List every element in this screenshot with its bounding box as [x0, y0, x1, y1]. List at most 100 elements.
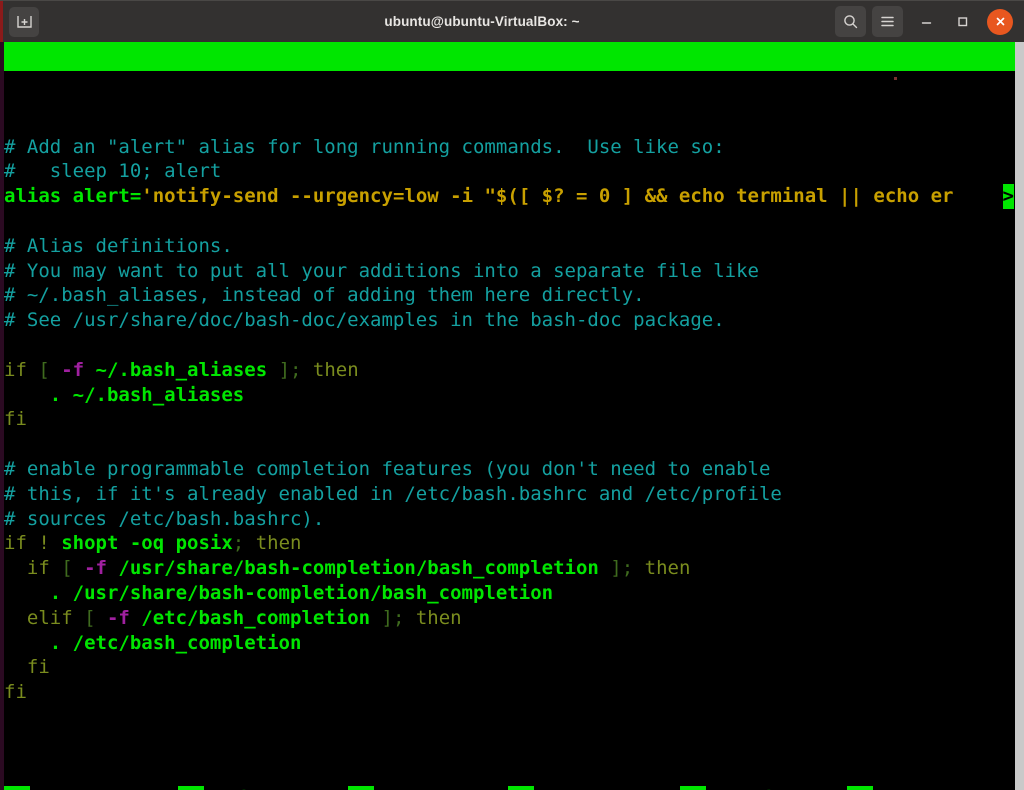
nano-editor-area[interactable]: # Add an "alert" alias for long running … — [4, 71, 1024, 732]
code-segment: # Alias definitions. — [4, 235, 233, 257]
hamburger-menu-icon — [879, 13, 896, 30]
code-segment: then — [645, 557, 691, 579]
editor-line: # sources /etc/bash.bashrc). — [4, 507, 1024, 532]
shortcut-item[interactable]: ^JJustify — [680, 786, 847, 790]
editor-line: # See /usr/share/doc/bash-doc/examples i… — [4, 308, 1024, 333]
editor-line: if ! shopt -oq posix; then — [4, 531, 1024, 556]
code-segment: fi — [4, 656, 50, 678]
editor-line: # Alias definitions. — [4, 234, 1024, 259]
editor-line: . /usr/share/bash-completion/bash_comple… — [4, 581, 1024, 606]
code-segment: . ~/.bash_aliases — [4, 384, 244, 406]
menu-button[interactable] — [872, 6, 903, 37]
code-segment: # See /usr/share/doc/bash-doc/examples i… — [4, 309, 725, 331]
code-segment: 'notify-send --urgency=low -i "$([ $? = … — [141, 185, 953, 207]
terminal-scrollbar[interactable] — [1015, 42, 1024, 790]
editor-line: fi — [4, 680, 1024, 705]
editor-lines: # Add an "alert" alias for long running … — [4, 135, 1024, 705]
minimize-button[interactable] — [913, 9, 939, 35]
editor-line: # ~/.bash_aliases, instead of adding the… — [4, 283, 1024, 308]
editor-line: fi — [4, 407, 1024, 432]
search-icon — [842, 13, 859, 30]
new-tab-icon — [16, 13, 33, 30]
shortcut-label: Where Is — [374, 786, 477, 790]
code-segment: ]; — [370, 607, 416, 629]
window-title: ubuntu@ubuntu-VirtualBox: ~ — [129, 14, 835, 29]
code-segment: ]; — [599, 557, 645, 579]
render-artifact — [894, 77, 897, 80]
terminal-content[interactable]: GNU nano 4.8 /home/ubuntu/.bashrc # Add … — [0, 42, 1024, 790]
shortcut-label: Cut Text — [534, 786, 637, 790]
code-segment: # You may want to put all your additions… — [4, 260, 759, 282]
code-segment: -f — [84, 557, 118, 579]
shortcut-item[interactable]: ^CCur Pos — [847, 786, 964, 790]
maximize-button[interactable] — [949, 9, 975, 35]
code-segment: /etc/bash_completion — [141, 607, 370, 629]
code-segment: -f — [107, 607, 141, 629]
editor-line: # this, if it's already enabled in /etc/… — [4, 482, 1024, 507]
editor-line — [4, 432, 1024, 457]
code-segment: fi — [4, 681, 27, 703]
code-segment: # sources /etc/bash.bashrc). — [4, 508, 324, 530]
shortcut-item[interactable]: ^WWhere Is — [348, 786, 508, 790]
close-icon — [994, 15, 1007, 28]
editor-line: # sleep 10; alert — [4, 159, 1024, 184]
code-segment: # this, if it's already enabled in /etc/… — [4, 483, 782, 505]
shortcut-key: ^J — [680, 786, 706, 790]
code-segment: # ~/.bash_aliases, instead of adding the… — [4, 284, 645, 306]
code-segment: ; — [233, 532, 256, 554]
code-segment: if — [4, 359, 38, 381]
editor-line: # Add an "alert" alias for long running … — [4, 135, 1024, 160]
titlebar-right-controls — [835, 6, 1024, 37]
line-continuation-marker: > — [1003, 184, 1014, 209]
editor-line — [4, 333, 1024, 358]
code-segment: -f — [61, 359, 95, 381]
terminal-window: ubuntu@ubuntu-VirtualBox: ~ — [0, 0, 1024, 790]
shortcut-item[interactable]: ^GGet Help — [4, 786, 178, 790]
editor-line: if [ -f /usr/share/bash-completion/bash_… — [4, 556, 1024, 581]
shortcut-row-1: ^GGet Help^OWrite Out^WWhere Is^KCut Tex… — [4, 786, 1024, 790]
code-segment: [ — [38, 359, 61, 381]
minimize-icon — [919, 14, 934, 29]
editor-line: . ~/.bash_aliases — [4, 383, 1024, 408]
editor-line: elif [ -f /etc/bash_completion ]; then — [4, 606, 1024, 631]
editor-line: # enable programmable completion feature… — [4, 457, 1024, 482]
code-segment: if — [4, 557, 61, 579]
editor-line: . /etc/bash_completion — [4, 631, 1024, 656]
code-segment: then — [313, 359, 359, 381]
code-segment: then — [416, 607, 462, 629]
code-segment: then — [256, 532, 302, 554]
shortcut-item[interactable]: ^OWrite Out — [178, 786, 348, 790]
shortcut-key: ^K — [508, 786, 534, 790]
window-titlebar: ubuntu@ubuntu-VirtualBox: ~ — [0, 0, 1024, 42]
editor-line: fi — [4, 655, 1024, 680]
shortcut-key: ^W — [348, 786, 374, 790]
close-button[interactable] — [987, 9, 1013, 35]
code-segment: [ — [84, 607, 107, 629]
code-segment: alias alert= — [4, 185, 141, 207]
shortcut-label: Justify — [706, 786, 797, 790]
code-segment: [ — [61, 557, 84, 579]
code-segment: # sleep 10; alert — [4, 160, 221, 182]
search-button[interactable] — [835, 6, 866, 37]
code-segment: if ! — [4, 532, 61, 554]
new-tab-button[interactable] — [9, 7, 39, 37]
code-segment: /usr/share/bash-completion/bash_completi… — [118, 557, 598, 579]
code-segment: # Add an "alert" alias for long running … — [4, 136, 725, 158]
editor-line — [4, 209, 1024, 234]
code-segment: ]; — [267, 359, 313, 381]
shortcut-item[interactable]: ^KCut Text — [508, 786, 680, 790]
nano-shortcut-bar: ^GGet Help^OWrite Out^WWhere Is^KCut Tex… — [4, 732, 1024, 790]
code-segment: # enable programmable completion feature… — [4, 458, 770, 480]
maximize-icon — [955, 14, 970, 29]
code-segment: shopt -oq posix — [61, 532, 233, 554]
code-segment: . /etc/bash_completion — [4, 632, 301, 654]
shortcut-label: Cur Pos — [873, 786, 964, 790]
titlebar-left-controls — [0, 7, 129, 37]
shortcut-key: ^O — [178, 786, 204, 790]
code-segment: fi — [4, 408, 27, 430]
shortcut-key: ^C — [847, 786, 873, 790]
shortcut-label: Write Out — [204, 786, 318, 790]
nano-header-bar: GNU nano 4.8 /home/ubuntu/.bashrc — [4, 42, 1024, 71]
code-segment: . /usr/share/bash-completion/bash_comple… — [4, 582, 553, 604]
code-segment: elif — [4, 607, 84, 629]
